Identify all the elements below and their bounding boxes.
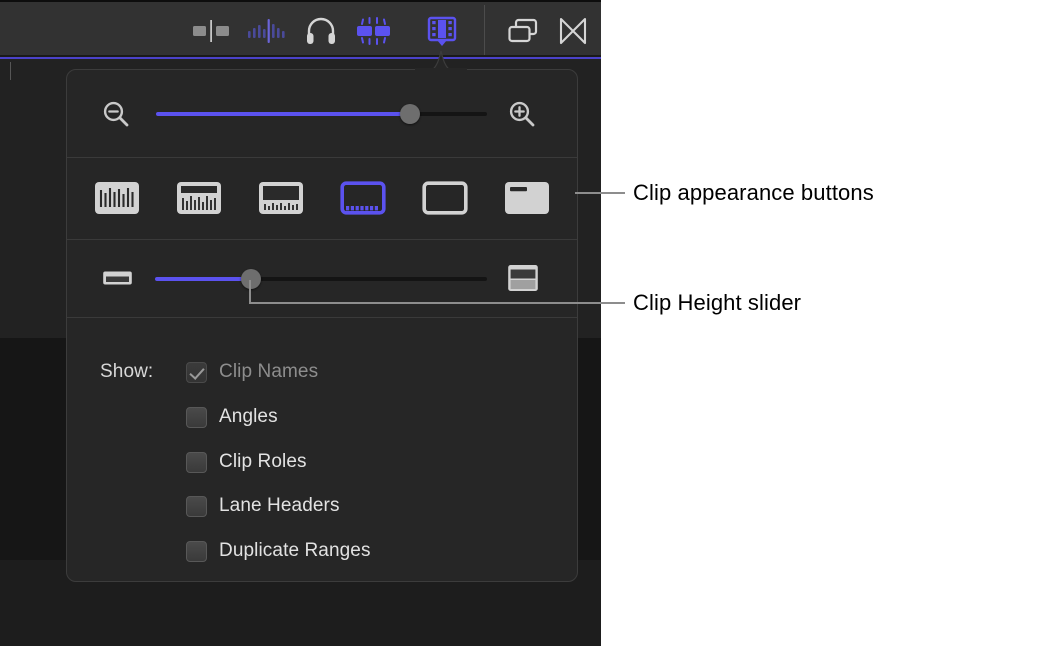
section-divider <box>67 239 577 240</box>
appearance-medium-filmstrip-medium-waveform[interactable] <box>255 178 307 218</box>
checkbox-clip-names-label: Clip Names <box>219 361 318 383</box>
checkbox-clip-roles[interactable]: Clip Roles <box>186 451 307 473</box>
callout-leader-clip-appearance <box>575 192 625 194</box>
timeline-zoom-row <box>67 70 577 157</box>
clip-height-slider-thumb[interactable] <box>241 269 261 289</box>
checkbox-duplicate-ranges[interactable]: Duplicate Ranges <box>186 540 371 562</box>
checkbox-duplicate-ranges-label: Duplicate Ranges <box>219 540 371 562</box>
callout-clip-height-slider: Clip Height slider <box>633 290 801 316</box>
checkbox-lane-headers-label: Lane Headers <box>219 495 340 517</box>
timeline-toolbar <box>0 0 601 57</box>
audio-waveform-icon[interactable] <box>244 14 290 48</box>
popover-arrow <box>415 48 467 71</box>
section-divider <box>67 317 577 318</box>
small-clip-height-icon[interactable] <box>102 267 133 294</box>
clip-appearance-row <box>67 157 577 239</box>
appearance-name-only[interactable] <box>501 178 553 218</box>
appearance-large-filmstrip-small-waveform[interactable] <box>337 178 389 218</box>
callout-clip-appearance-buttons: Clip appearance buttons <box>633 180 874 206</box>
clip-height-row <box>67 239 577 317</box>
timeline-accent-rule <box>0 57 601 59</box>
solo-clips-icon[interactable] <box>188 14 234 48</box>
appearance-small-filmstrip-large-waveform[interactable] <box>173 178 225 218</box>
filmstrip-clip-appearance-icon[interactable] <box>419 14 465 48</box>
checkbox-angles-box[interactable] <box>186 407 207 428</box>
checkbox-duplicate-ranges-box[interactable] <box>186 541 207 562</box>
zoom-slider-fill <box>156 112 411 116</box>
checkbox-clip-names[interactable]: Clip Names <box>186 361 318 383</box>
bowtie-transition-icon[interactable] <box>550 14 596 48</box>
highlight-clips-icon[interactable] <box>351 14 397 48</box>
checkbox-clip-roles-box[interactable] <box>186 452 207 473</box>
callout-leader-clip-height-vertical <box>249 280 251 304</box>
duplicate-window-icon[interactable] <box>500 14 546 48</box>
magnifier-minus-icon[interactable] <box>101 99 131 134</box>
zoom-slider-thumb[interactable] <box>400 104 420 124</box>
show-options-row: Show: Clip Names Angles Clip Roles Lane … <box>67 317 577 582</box>
section-divider <box>67 157 577 158</box>
large-clip-height-icon[interactable] <box>507 263 539 298</box>
appearance-filmstrip-only[interactable] <box>419 178 471 218</box>
magnifier-plus-icon[interactable] <box>507 99 537 134</box>
checkbox-lane-headers[interactable]: Lane Headers <box>186 495 340 517</box>
appearance-waveform-only[interactable] <box>91 178 143 218</box>
checkbox-clip-roles-label: Clip Roles <box>219 451 307 473</box>
checkbox-angles[interactable]: Angles <box>186 406 278 428</box>
timeline-ruler-tick <box>10 62 11 80</box>
clip-height-slider-fill <box>155 277 251 281</box>
checkbox-clip-names-box[interactable] <box>186 362 207 383</box>
checkbox-lane-headers-box[interactable] <box>186 496 207 517</box>
checkbox-angles-label: Angles <box>219 406 278 428</box>
callout-leader-clip-height-horizontal <box>249 302 625 304</box>
headphones-icon[interactable] <box>298 14 344 48</box>
toolbar-divider <box>484 5 485 56</box>
clip-appearance-popover: Show: Clip Names Angles Clip Roles Lane … <box>66 69 578 582</box>
show-label: Show: <box>100 361 153 383</box>
